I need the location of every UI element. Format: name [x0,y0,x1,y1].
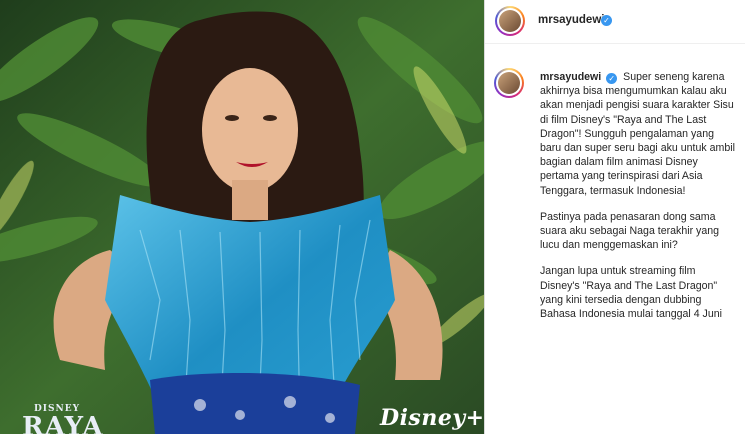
caption-text-1: Super seneng karena akhirnya bisa mengum… [540,71,735,197]
post-header: mrsayudewi ✓ [485,0,745,44]
caption-paragraph-1: mrsayudewi ✓ Super seneng karena akhirny… [540,70,736,198]
post-caption: mrsayudewi ✓ Super seneng karena akhirny… [540,70,736,333]
portrait-illustration [0,0,484,434]
caption-avatar[interactable] [494,68,524,98]
post-photo[interactable]: DISNEY RAYA Disney+ [0,0,484,434]
disney-plus-logo: Disney+ [380,405,484,431]
caption-paragraph-2: Pastinya pada penasaran dong sama suara … [540,210,720,252]
caption-username[interactable]: mrsayudewi [540,71,601,83]
instagram-post: DISNEY RAYA Disney+ mrsayudewi ✓ mrsayud… [0,0,745,434]
caption-paragraph-3: Jangan lupa untuk streaming film Disney'… [540,265,722,321]
caption-verified-badge-icon: ✓ [606,73,618,84]
profile-avatar[interactable] [495,6,525,36]
raya-movie-logo: DISNEY RAYA [22,404,104,434]
header-username[interactable]: mrsayudewi [538,14,604,26]
raya-logo-big-text: RAYA [22,412,104,434]
verified-badge-icon: ✓ [601,15,612,26]
